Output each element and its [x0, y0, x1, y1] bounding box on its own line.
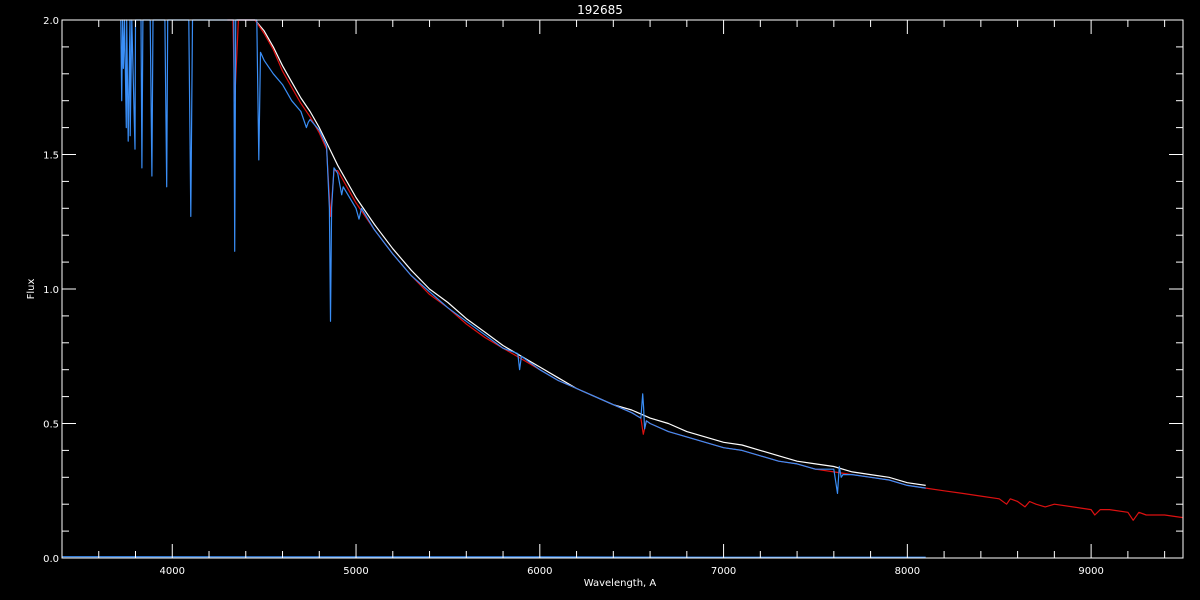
axis-ticks: 4000 5000 6000 7000 8000 9000 0.0 0.5 1.0 1.5 2.0: [43, 16, 1183, 577]
series-line-3: [61, 556, 926, 558]
x-tick-label-9000: 9000: [1078, 566, 1103, 577]
series-layer: [61, 19, 1184, 558]
y-tick-label-2: 2.0: [43, 16, 59, 27]
plot-frame: [61, 19, 1184, 559]
series-line-1: [227, 19, 1184, 521]
x-tick-label-8000: 8000: [895, 566, 920, 577]
axes-frame: [61, 19, 1184, 559]
series-line-2: [120, 19, 926, 494]
y-axis-title: Flux: [26, 279, 37, 300]
series-line-0: [236, 19, 926, 486]
x-axis-title: Wavelength, A: [584, 578, 657, 589]
x-tick-label-5000: 5000: [343, 566, 368, 577]
y-tick-label-1.5: 1.5: [43, 151, 59, 162]
spectrum-plot: 4000 5000 6000 7000 8000 90000.00.51.01.52.0 …: [26, 3, 1184, 589]
x-tick-label-6000: 6000: [527, 566, 552, 577]
chart-title: 192685: [577, 3, 623, 17]
x-tick-label-4000: 4000: [160, 566, 185, 577]
y-tick-label-0.5: 0.5: [43, 420, 59, 431]
y-tick-label-1: 1.0: [43, 285, 59, 296]
y-tick-label-0: 0.0: [43, 554, 59, 565]
x-tick-label-7000: 7000: [711, 566, 736, 577]
